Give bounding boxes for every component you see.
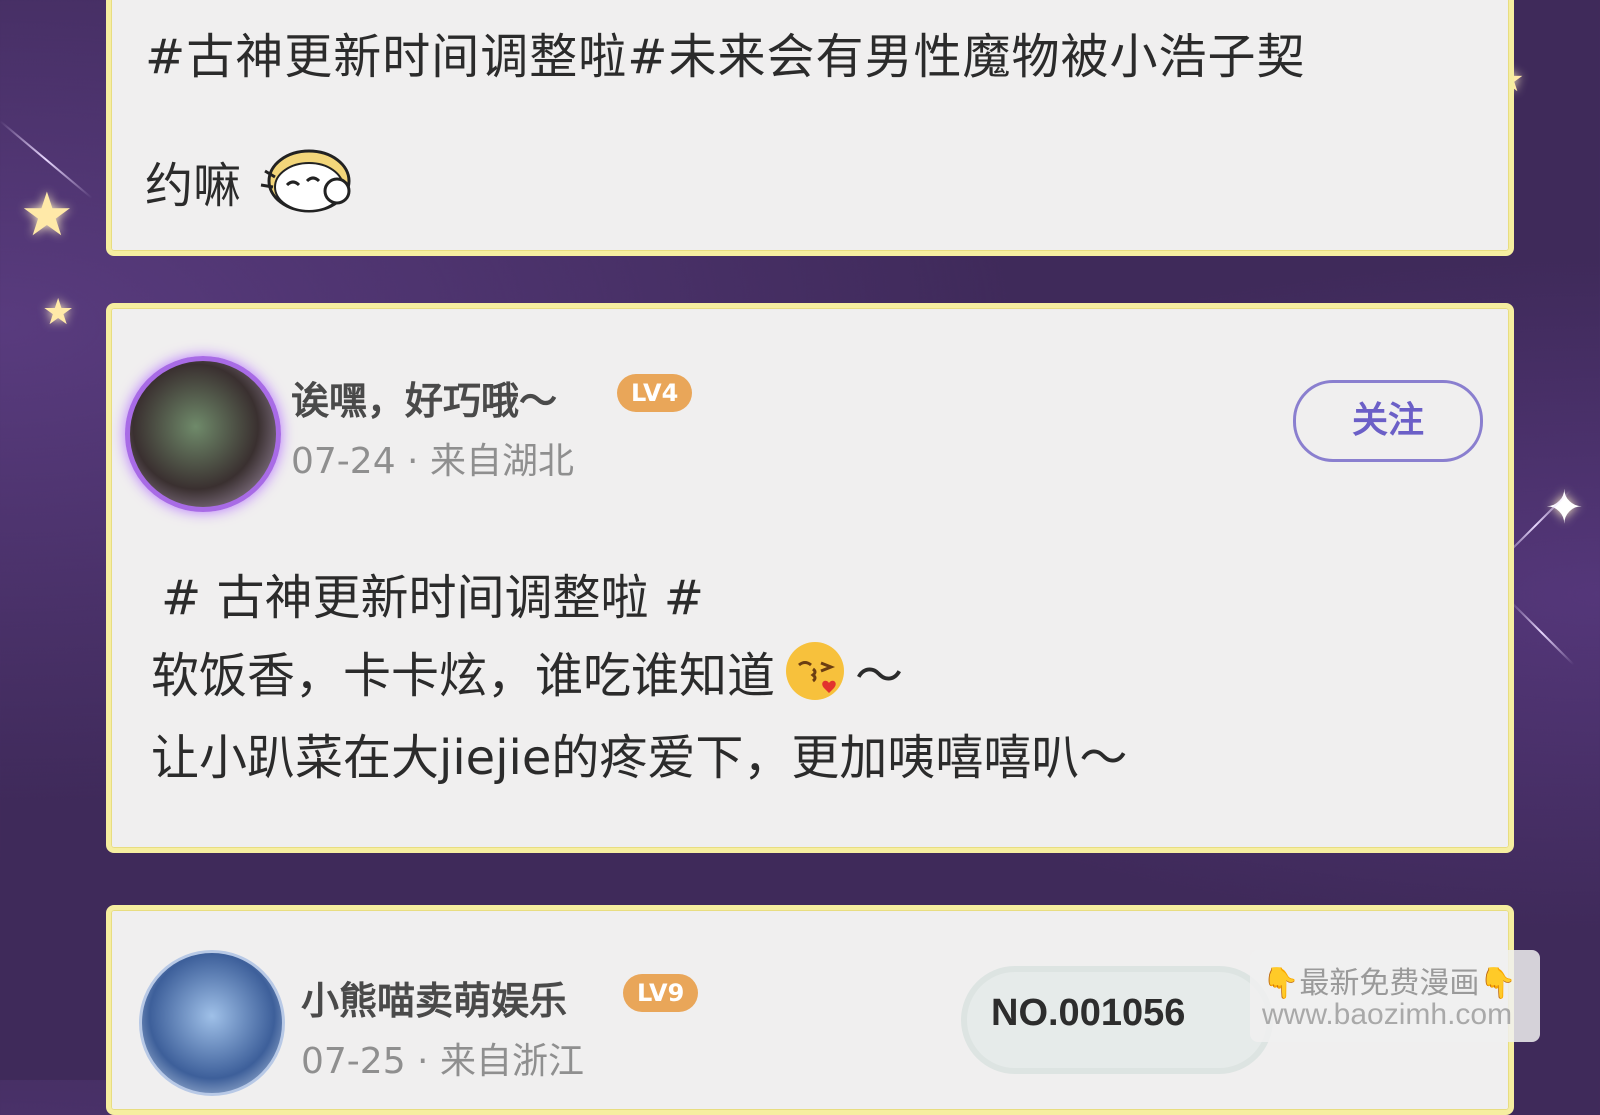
follow-button[interactable]: 关注 bbox=[1293, 380, 1483, 462]
star-decoration: ★ bbox=[20, 180, 74, 250]
watermark-text: 👇最新免费漫画👇 bbox=[1262, 966, 1517, 1001]
level-badge: LV9 bbox=[623, 974, 699, 1012]
post-body-tilde: ～ bbox=[855, 648, 904, 704]
post-text: #古神更新时间调整啦#未来会有男性魔物被小浩子契 bbox=[145, 29, 1306, 85]
post-body-line: 让小趴菜在大jiejie的疼爱下，更加咦嘻嘻叭～ bbox=[151, 730, 1128, 786]
post-body-text: 软饭香，卡卡炫，谁吃谁知道 bbox=[151, 648, 776, 704]
post-hashtag[interactable]: # 古神更新时间调整啦 # bbox=[161, 558, 704, 628]
kiss-emoji-icon bbox=[786, 642, 845, 700]
avatar[interactable] bbox=[125, 356, 281, 512]
number-badge: NO.001056 bbox=[991, 992, 1186, 1034]
username[interactable]: 诶嘿，好巧哦～ bbox=[291, 370, 557, 425]
post-card[interactable]: 诶嘿，好巧哦～ LV4 07-24 · 来自湖北 关注 # 古神更新时间调整啦 … bbox=[106, 303, 1514, 853]
avatar[interactable] bbox=[139, 950, 285, 1096]
watermark-url: www.baozimh.com bbox=[1262, 998, 1513, 1031]
cartoon-face-sticker-icon bbox=[260, 149, 351, 213]
light-streak bbox=[1509, 600, 1575, 666]
level-badge: LV4 bbox=[617, 374, 693, 412]
post-text-continued: 约嘛 bbox=[145, 141, 357, 221]
star-decoration: ★ bbox=[42, 292, 75, 333]
post-meta: 07-25 · 来自浙江 bbox=[301, 1041, 584, 1082]
post-card[interactable]: #古神更新时间调整啦#未来会有男性魔物被小浩子契 约嘛 bbox=[106, 0, 1514, 256]
post-text-tail: 约嘛 bbox=[145, 158, 242, 214]
username[interactable]: 小熊喵卖萌娱乐 bbox=[301, 970, 567, 1025]
post-meta: 07-24 · 来自湖北 bbox=[291, 441, 574, 482]
post-body-line: 软饭香，卡卡炫，谁吃谁知道 ～ bbox=[151, 636, 903, 706]
